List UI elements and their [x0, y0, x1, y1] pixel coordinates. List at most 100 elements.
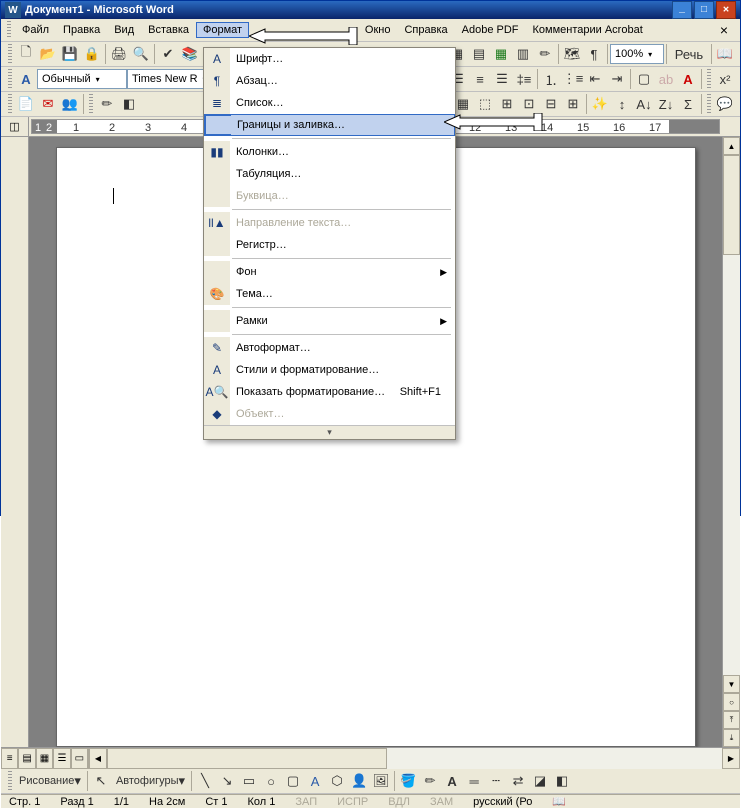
- toolbar-grip[interactable]: [8, 771, 12, 791]
- toolbar-grip[interactable]: [8, 44, 12, 64]
- 3d-icon[interactable]: ◧: [551, 770, 573, 792]
- spell-icon[interactable]: ✔: [157, 43, 179, 65]
- toolbar-grip[interactable]: [707, 94, 711, 114]
- expand-menu-button[interactable]: ▾: [204, 425, 455, 439]
- insert-table-icon[interactable]: ▤: [468, 43, 490, 65]
- style-combo[interactable]: Обычный▾: [37, 69, 127, 89]
- indent-icon[interactable]: ⇥: [606, 68, 628, 90]
- align-justify-icon[interactable]: ☰: [491, 68, 513, 90]
- print-icon[interactable]: 🖨: [108, 43, 130, 65]
- menu-file[interactable]: Файл: [15, 22, 56, 38]
- line-style-icon[interactable]: ═: [463, 770, 485, 792]
- text-direction-icon[interactable]: ↕: [611, 93, 633, 115]
- zoom-combo[interactable]: 100%▾: [610, 44, 664, 64]
- scroll-right-button[interactable]: ▶: [722, 748, 740, 769]
- format-menu-item[interactable]: AШрифт…: [204, 48, 455, 70]
- research-icon[interactable]: 📚: [179, 43, 201, 65]
- toolbar-grip[interactable]: [707, 69, 711, 89]
- columns-icon[interactable]: ▥: [512, 43, 534, 65]
- status-spellcheck-icon[interactable]: 📖: [548, 795, 570, 808]
- font-color-icon[interactable]: A: [677, 68, 699, 90]
- restore-button[interactable]: □: [694, 1, 714, 19]
- prev-page-button[interactable]: ⤒: [723, 711, 740, 729]
- close-button[interactable]: ✕: [716, 1, 736, 19]
- status-rec[interactable]: ЗАП: [291, 796, 321, 808]
- textbox-icon[interactable]: ▢: [282, 770, 304, 792]
- format-menu-item[interactable]: ¶Абзац…: [204, 70, 455, 92]
- titlebar[interactable]: W Документ1 - Microsoft Word _ □ ✕: [1, 1, 740, 19]
- outline-view-icon[interactable]: ☰: [53, 748, 70, 769]
- format-menu-item[interactable]: A🔍Показать форматирование…Shift+F1: [204, 381, 455, 403]
- menu-view[interactable]: Вид: [107, 22, 141, 38]
- clipart-icon[interactable]: 👤: [348, 770, 370, 792]
- shadow-icon[interactable]: ◪: [529, 770, 551, 792]
- view-tabs[interactable]: ≡ ▤ ▦ ☰ ▭: [1, 748, 89, 769]
- menu-format[interactable]: Формат: [196, 22, 249, 38]
- print-view-icon[interactable]: ▦: [36, 748, 53, 769]
- split-cells-icon[interactable]: ⊞: [496, 93, 518, 115]
- menu-edit[interactable]: Правка: [56, 22, 107, 38]
- format-menu-item[interactable]: Фон▶: [204, 261, 455, 283]
- browse-object-button[interactable]: ○: [723, 693, 740, 711]
- line-icon[interactable]: ╲: [194, 770, 216, 792]
- line-spacing-icon[interactable]: ‡≡: [513, 68, 535, 90]
- speech-button[interactable]: Речь: [669, 43, 709, 65]
- scroll-up-button[interactable]: ▲: [723, 137, 740, 155]
- format-menu-item[interactable]: Регистр…: [204, 234, 455, 256]
- font-color2-icon[interactable]: A: [441, 770, 463, 792]
- toolbar-grip[interactable]: [8, 69, 12, 89]
- ruler-corner[interactable]: ◫: [1, 117, 29, 136]
- toolbar-grip[interactable]: [8, 94, 12, 114]
- menu-adobe-pdf[interactable]: Adobe PDF: [455, 22, 526, 38]
- show-marks-icon[interactable]: ¶: [583, 43, 605, 65]
- oval-icon[interactable]: ○: [260, 770, 282, 792]
- new-doc-icon[interactable]: 🗋: [15, 43, 37, 65]
- scroll-thumb[interactable]: [723, 155, 740, 255]
- dash-style-icon[interactable]: ┄: [485, 770, 507, 792]
- toolbar-grip[interactable]: [7, 21, 11, 39]
- normal-view-icon[interactable]: ≡: [1, 748, 18, 769]
- sort-desc-icon[interactable]: Z↓: [655, 93, 677, 115]
- reading-view-icon[interactable]: ▭: [71, 748, 88, 769]
- doc-close-button[interactable]: ×: [714, 22, 734, 38]
- numbering-icon[interactable]: ⒈: [540, 68, 562, 90]
- wordart-icon[interactable]: A: [304, 770, 326, 792]
- format-menu-item[interactable]: 🎨Тема…: [204, 283, 455, 305]
- scroll-down-button[interactable]: ▼: [723, 675, 740, 693]
- preview-icon[interactable]: 🔍: [130, 43, 152, 65]
- read-icon[interactable]: 📖: [714, 43, 736, 65]
- pdf-mail-icon[interactable]: ✉: [37, 93, 59, 115]
- menu-acrobat-comments[interactable]: Комментарии Acrobat: [526, 22, 650, 38]
- autoformat-table-icon[interactable]: ✨: [589, 93, 611, 115]
- web-view-icon[interactable]: ▤: [18, 748, 35, 769]
- hscroll-thumb[interactable]: [107, 748, 387, 769]
- format-menu-item[interactable]: ✎Автоформат…: [204, 337, 455, 359]
- rectangle-icon[interactable]: ▭: [238, 770, 260, 792]
- docmap-icon[interactable]: 🗺: [561, 43, 583, 65]
- save-icon[interactable]: 💾: [59, 43, 81, 65]
- permission-icon[interactable]: 🔒: [81, 43, 103, 65]
- open-icon[interactable]: 📂: [37, 43, 59, 65]
- borders-icon[interactable]: ▢: [633, 68, 655, 90]
- align-cell-icon[interactable]: ⊡: [518, 93, 540, 115]
- format-menu-item[interactable]: Табуляция…: [204, 163, 455, 185]
- align-right-icon[interactable]: ≡: [469, 68, 491, 90]
- format-menu-item[interactable]: Рамки▶: [204, 310, 455, 332]
- next-page-button[interactable]: ⤓: [723, 729, 740, 747]
- autoshapes-button[interactable]: Автофигуры ▾: [112, 770, 189, 792]
- status-ext[interactable]: ВДЛ: [384, 796, 414, 808]
- drawing-tb-icon[interactable]: ✏: [534, 43, 556, 65]
- format-menu-item[interactable]: ≣Список…: [204, 92, 455, 114]
- format-menu-item[interactable]: Границы и заливка…: [204, 114, 455, 136]
- arrow-icon[interactable]: ↘: [216, 770, 238, 792]
- line-color-icon[interactable]: ✏: [419, 770, 441, 792]
- scroll-left-button[interactable]: ◀: [89, 748, 107, 769]
- vertical-scrollbar[interactable]: ▲ ▼ ○ ⤒ ⤓: [722, 137, 740, 747]
- format-menu-item[interactable]: ▮▮Колонки…: [204, 141, 455, 163]
- menu-insert[interactable]: Вставка: [141, 22, 196, 38]
- drawing-menu-button[interactable]: Рисование ▾: [15, 770, 85, 792]
- draw-table-icon[interactable]: ✏: [96, 93, 118, 115]
- arrow-style-icon[interactable]: ⇄: [507, 770, 529, 792]
- picture-icon[interactable]: 🖼: [370, 770, 392, 792]
- styles-pane-icon[interactable]: A: [15, 68, 37, 90]
